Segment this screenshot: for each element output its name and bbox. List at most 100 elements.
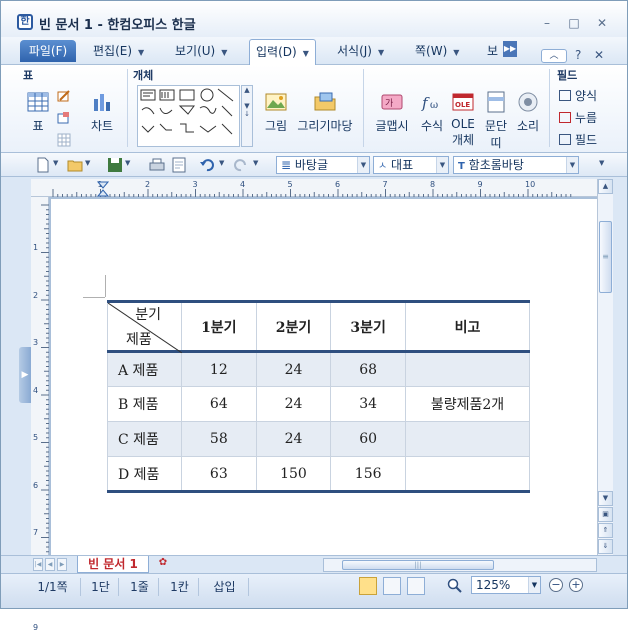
vertical-scroll-thumb[interactable]: ≡ [599, 221, 612, 293]
tab-file[interactable]: 파일(F) [20, 40, 76, 62]
q1-cell[interactable]: 12 [181, 351, 257, 387]
status-page[interactable]: 1/1쪽 [25, 578, 81, 596]
q3-cell[interactable]: 34 [330, 386, 406, 422]
font-select[interactable]: T 함초롬바탕 ▼ [453, 156, 579, 174]
maximize-button[interactable]: □ [565, 15, 583, 31]
undo-icon[interactable] [199, 157, 215, 173]
ribbon-collapse-button[interactable]: ︿ [541, 49, 567, 63]
page-down-icon[interactable]: ⇓ [598, 539, 613, 554]
sound-button[interactable]: 소리 [514, 91, 542, 134]
q1-cell[interactable]: 63 [181, 456, 257, 493]
style-select[interactable]: ≣ 바탕글 ▼ [276, 156, 370, 174]
drawing-gallery-button[interactable]: 그리기마당 [295, 91, 355, 134]
status-column[interactable]: 1칸 [161, 578, 199, 596]
glyph-art-button[interactable]: 가 글맵시 [373, 91, 411, 134]
header-q3[interactable]: 3분기 [330, 300, 406, 353]
help-icon[interactable]: ? [575, 48, 581, 62]
insert-picture-button[interactable]: 그림 [263, 91, 289, 134]
note-cell[interactable] [405, 456, 530, 493]
chevron-down-icon[interactable]: ▼ [253, 159, 258, 167]
row-name-cell[interactable]: C 제품 [107, 421, 182, 457]
chevron-down-icon[interactable]: ▼ [125, 159, 130, 167]
chevron-down-icon[interactable]: ▼ [85, 159, 90, 167]
q1-cell[interactable]: 64 [181, 386, 257, 422]
vertical-scrollbar[interactable]: ▲ ≡ ▼ ▣ ⇑ ⇓ [597, 179, 613, 555]
minimize-button[interactable]: – [538, 15, 556, 31]
tab-more[interactable]: 보 [487, 42, 498, 62]
page-up-icon[interactable]: ⇑ [598, 523, 613, 538]
header-q1[interactable]: 1분기 [181, 300, 257, 353]
toolbar-overflow-icon[interactable]: ▼ [599, 159, 604, 167]
open-folder-icon[interactable] [67, 157, 83, 173]
close-button[interactable]: ✕ [593, 15, 611, 31]
first-tab-icon[interactable]: |◀ [33, 558, 43, 571]
horizontal-ruler[interactable]: 12345678910 [31, 179, 597, 197]
header-note[interactable]: 비고 [405, 300, 530, 353]
new-document-icon[interactable] [35, 157, 51, 173]
normal-view-button[interactable] [359, 577, 377, 595]
page-view-button[interactable] [383, 577, 401, 595]
prev-tab-icon[interactable]: ◀ [45, 558, 55, 571]
ole-object-button[interactable]: OLE OLE 개체 [449, 91, 477, 148]
q2-cell[interactable]: 24 [255, 351, 332, 387]
pencil-table-icon[interactable] [57, 89, 71, 103]
vertical-ruler[interactable]: 123456789 [31, 197, 49, 632]
q2-cell[interactable]: 150 [255, 456, 332, 493]
field-item[interactable]: 필드 [559, 131, 597, 148]
q3-cell[interactable]: 68 [330, 351, 406, 387]
q1-cell[interactable]: 58 [181, 421, 257, 457]
q2-cell[interactable]: 24 [255, 421, 332, 457]
new-tab-icon[interactable]: ✿ [155, 557, 171, 571]
formula-button[interactable]: fω 수식 [419, 91, 445, 134]
close-document-icon[interactable]: ✕ [594, 48, 604, 62]
print-preview-icon[interactable] [171, 157, 187, 173]
outline-view-button[interactable] [407, 577, 425, 595]
table-grid-icon[interactable] [57, 133, 71, 147]
shape-gallery[interactable] [137, 85, 240, 147]
eraser-table-icon[interactable] [57, 111, 71, 125]
status-section[interactable]: 1단 [83, 578, 119, 596]
zoom-in-icon[interactable]: + [569, 578, 583, 592]
header-q2[interactable]: 2분기 [255, 300, 332, 353]
next-tab-icon[interactable]: ▶ [57, 558, 67, 571]
horizontal-scroll-thumb[interactable]: ||| [342, 560, 494, 570]
chevron-down-icon[interactable]: ▼ [53, 159, 58, 167]
prev-page-icon[interactable]: ▣ [598, 507, 613, 522]
clickhere-item[interactable]: 누름 [559, 109, 597, 126]
save-icon[interactable] [107, 157, 123, 173]
task-pane-toggle[interactable]: ▶ [19, 347, 31, 403]
tab-page[interactable]: 쪽(W) ▼ [415, 42, 459, 62]
zoom-out-icon[interactable]: − [549, 578, 563, 592]
tab-edit[interactable]: 편집(E) ▼ [93, 42, 144, 62]
shape-gallery-scroll[interactable]: ▲ ▼ ↓ [241, 85, 253, 147]
document-tab[interactable]: 빈 문서 1 [77, 556, 149, 573]
form-item[interactable]: 양식 [559, 87, 597, 104]
note-cell[interactable] [405, 421, 530, 457]
note-cell[interactable] [405, 351, 530, 387]
diagonal-header-cell[interactable]: 분기 제품 [107, 300, 182, 353]
paragraph-band-button[interactable]: 문단 띠 [482, 91, 510, 151]
chevron-down-icon[interactable]: ▼ [219, 159, 224, 167]
zoom-icon[interactable] [447, 578, 463, 594]
indent-marker-icon[interactable] [97, 181, 109, 197]
note-cell[interactable]: 불량제품2개 [405, 386, 530, 422]
tab-scroll-right-icon[interactable]: ▶▶ [503, 41, 517, 57]
row-name-cell[interactable]: A 제품 [107, 351, 182, 387]
insert-chart-button[interactable]: 차트 [87, 91, 117, 134]
q2-cell[interactable]: 24 [255, 386, 332, 422]
q3-cell[interactable]: 60 [330, 421, 406, 457]
zoom-select[interactable]: 125% ▼ [471, 576, 541, 594]
scroll-up-icon[interactable]: ▲ [598, 179, 613, 194]
insert-table-button[interactable]: 표 [25, 91, 51, 134]
print-icon[interactable] [149, 157, 165, 173]
status-line[interactable]: 1줄 [121, 578, 159, 596]
status-insert-mode[interactable]: 삽입 [201, 578, 249, 596]
sales-table[interactable]: 분기 제품 1분기 2분기 3분기 비고 A 제품 12 24 68 B 제품 … [107, 300, 530, 493]
q3-cell[interactable]: 156 [330, 456, 406, 493]
row-name-cell[interactable]: B 제품 [107, 386, 182, 422]
horizontal-scrollbar[interactable]: ||| [323, 558, 597, 572]
row-name-cell[interactable]: D 제품 [107, 456, 182, 493]
tab-insert[interactable]: 입력(D) ▼ [249, 39, 316, 66]
redo-icon[interactable] [233, 157, 249, 173]
font-language-select[interactable]: ㅅ 대표 ▼ [373, 156, 449, 174]
